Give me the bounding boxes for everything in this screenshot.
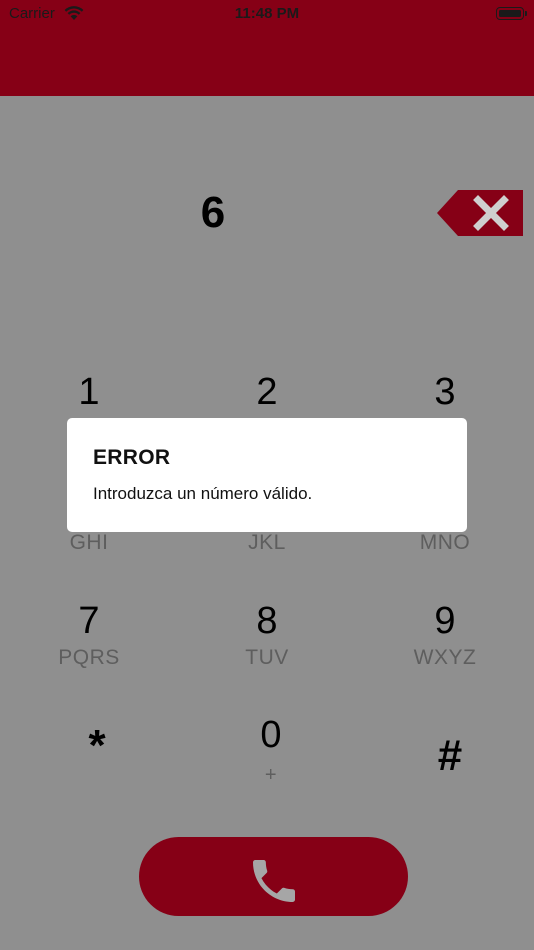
key-9[interactable]: 9 WXYZ [365,601,525,701]
alert-title: ERROR [93,446,171,469]
backspace-button[interactable] [437,190,525,236]
key-hash[interactable]: # [370,731,530,836]
key-digit: 9 [434,600,456,642]
key-letters: GHI [69,531,109,554]
key-letters: JKL [248,531,286,554]
key-letters: TUV [245,646,289,669]
phone-icon [253,860,295,902]
key-7[interactable]: 7 PQRS [9,601,169,701]
key-letters: + [264,764,278,786]
key-digit: 1 [78,371,100,413]
key-letters: PQRS [58,646,120,669]
error-alert-dialog[interactable]: ERROR Introduzca un número válido. [67,418,467,532]
status-time: 11:48 PM [234,5,300,22]
call-button[interactable] [139,837,408,916]
alert-message: Introduzca un número válido. [93,484,313,503]
key-letters: MNO [419,531,471,554]
key-digit: 0 [260,714,282,756]
key-letters: WXYZ [413,646,477,669]
key-digit: # [437,731,463,780]
key-digit: 2 [256,371,278,413]
key-star[interactable]: * [17,721,177,826]
key-digit: 8 [256,600,278,642]
key-8[interactable]: 8 TUV [187,601,347,701]
key-digit: * [88,721,106,770]
number-display: 6 [200,188,226,237]
key-digit: 3 [434,371,456,413]
key-0[interactable]: 0 + [191,715,351,815]
key-digit: 7 [78,600,100,642]
backspace-x-icon [437,190,523,236]
status-bar: Carrier 11:48 PM [0,0,534,28]
battery-icon [496,7,527,20]
